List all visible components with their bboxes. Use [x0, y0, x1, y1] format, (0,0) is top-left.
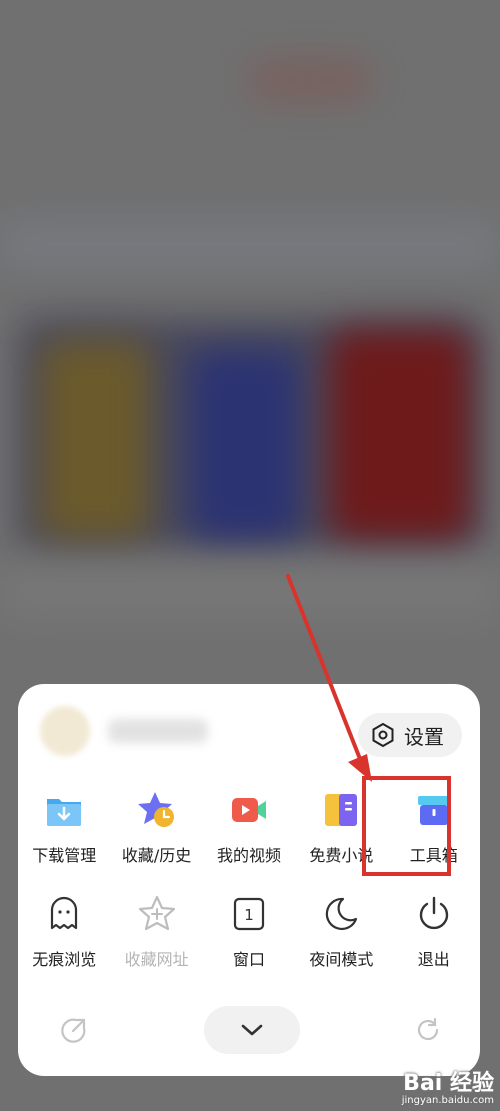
menu-item-download-manager[interactable]: 下载管理 [18, 790, 110, 866]
collapse-menu-button[interactable] [204, 1006, 300, 1054]
moon-icon [321, 894, 361, 934]
menu-item-windows[interactable]: 1 窗口 [203, 894, 295, 970]
star-plus-icon [137, 894, 177, 934]
menu-bottom-sheet: 设置 下载管理 收藏/历史 我的视频 免费小说 工具箱 无痕浏览 收藏网址 1 … [18, 684, 480, 1076]
gear-icon [372, 722, 394, 748]
user-profile-row[interactable] [40, 706, 208, 756]
menu-item-my-videos[interactable]: 我的视频 [203, 790, 295, 866]
watermark-sub: jingyan.baidu.com [401, 1095, 494, 1106]
menu-row-2: 无痕浏览 收藏网址 1 窗口 夜间模式 退出 [18, 894, 480, 970]
menu-item-label: 夜间模式 [309, 950, 374, 969]
menu-item-label: 我的视频 [216, 846, 281, 865]
baidu-jingyan-watermark: Bai 经验 jingyan.baidu.com [384, 1065, 494, 1109]
download-folder-icon [44, 790, 84, 830]
book-icon [321, 790, 361, 830]
window-count-icon: 1 [229, 894, 269, 934]
username-blurred [108, 719, 208, 743]
watermark-main: Bai 经验 [403, 1071, 494, 1096]
star-history-icon [137, 790, 177, 830]
blurred-block [0, 560, 500, 620]
ghost-icon [44, 894, 84, 934]
menu-item-night-mode[interactable]: 夜间模式 [295, 894, 387, 970]
menu-bottom-bar [18, 1006, 480, 1056]
menu-item-label: 收藏/历史 [121, 846, 192, 865]
blurred-block [250, 60, 370, 100]
menu-item-bookmark-url[interactable]: 收藏网址 [110, 894, 202, 970]
avatar[interactable] [40, 706, 90, 756]
share-icon[interactable] [60, 1016, 88, 1044]
menu-item-label: 无痕浏览 [32, 950, 97, 969]
menu-item-label: 窗口 [232, 950, 265, 969]
toolbox-highlight-box [362, 776, 451, 876]
power-icon [414, 894, 454, 934]
refresh-icon[interactable] [414, 1016, 442, 1044]
menu-item-label: 收藏网址 [124, 950, 189, 969]
menu-item-exit[interactable]: 退出 [388, 894, 480, 970]
blurred-block [0, 220, 500, 270]
blurred-block [190, 350, 300, 540]
settings-button[interactable]: 设置 [358, 713, 462, 757]
menu-item-favorites-history[interactable]: 收藏/历史 [110, 790, 202, 866]
menu-item-label: 下载管理 [32, 846, 97, 865]
chevron-down-icon [241, 1024, 263, 1036]
video-camera-icon [229, 790, 269, 830]
blurred-block [330, 330, 470, 540]
menu-item-label: 退出 [417, 950, 450, 969]
blurred-block [40, 340, 150, 540]
menu-item-incognito[interactable]: 无痕浏览 [18, 894, 110, 970]
window-count-badge: 1 [244, 906, 254, 924]
settings-label: 设置 [404, 724, 444, 749]
